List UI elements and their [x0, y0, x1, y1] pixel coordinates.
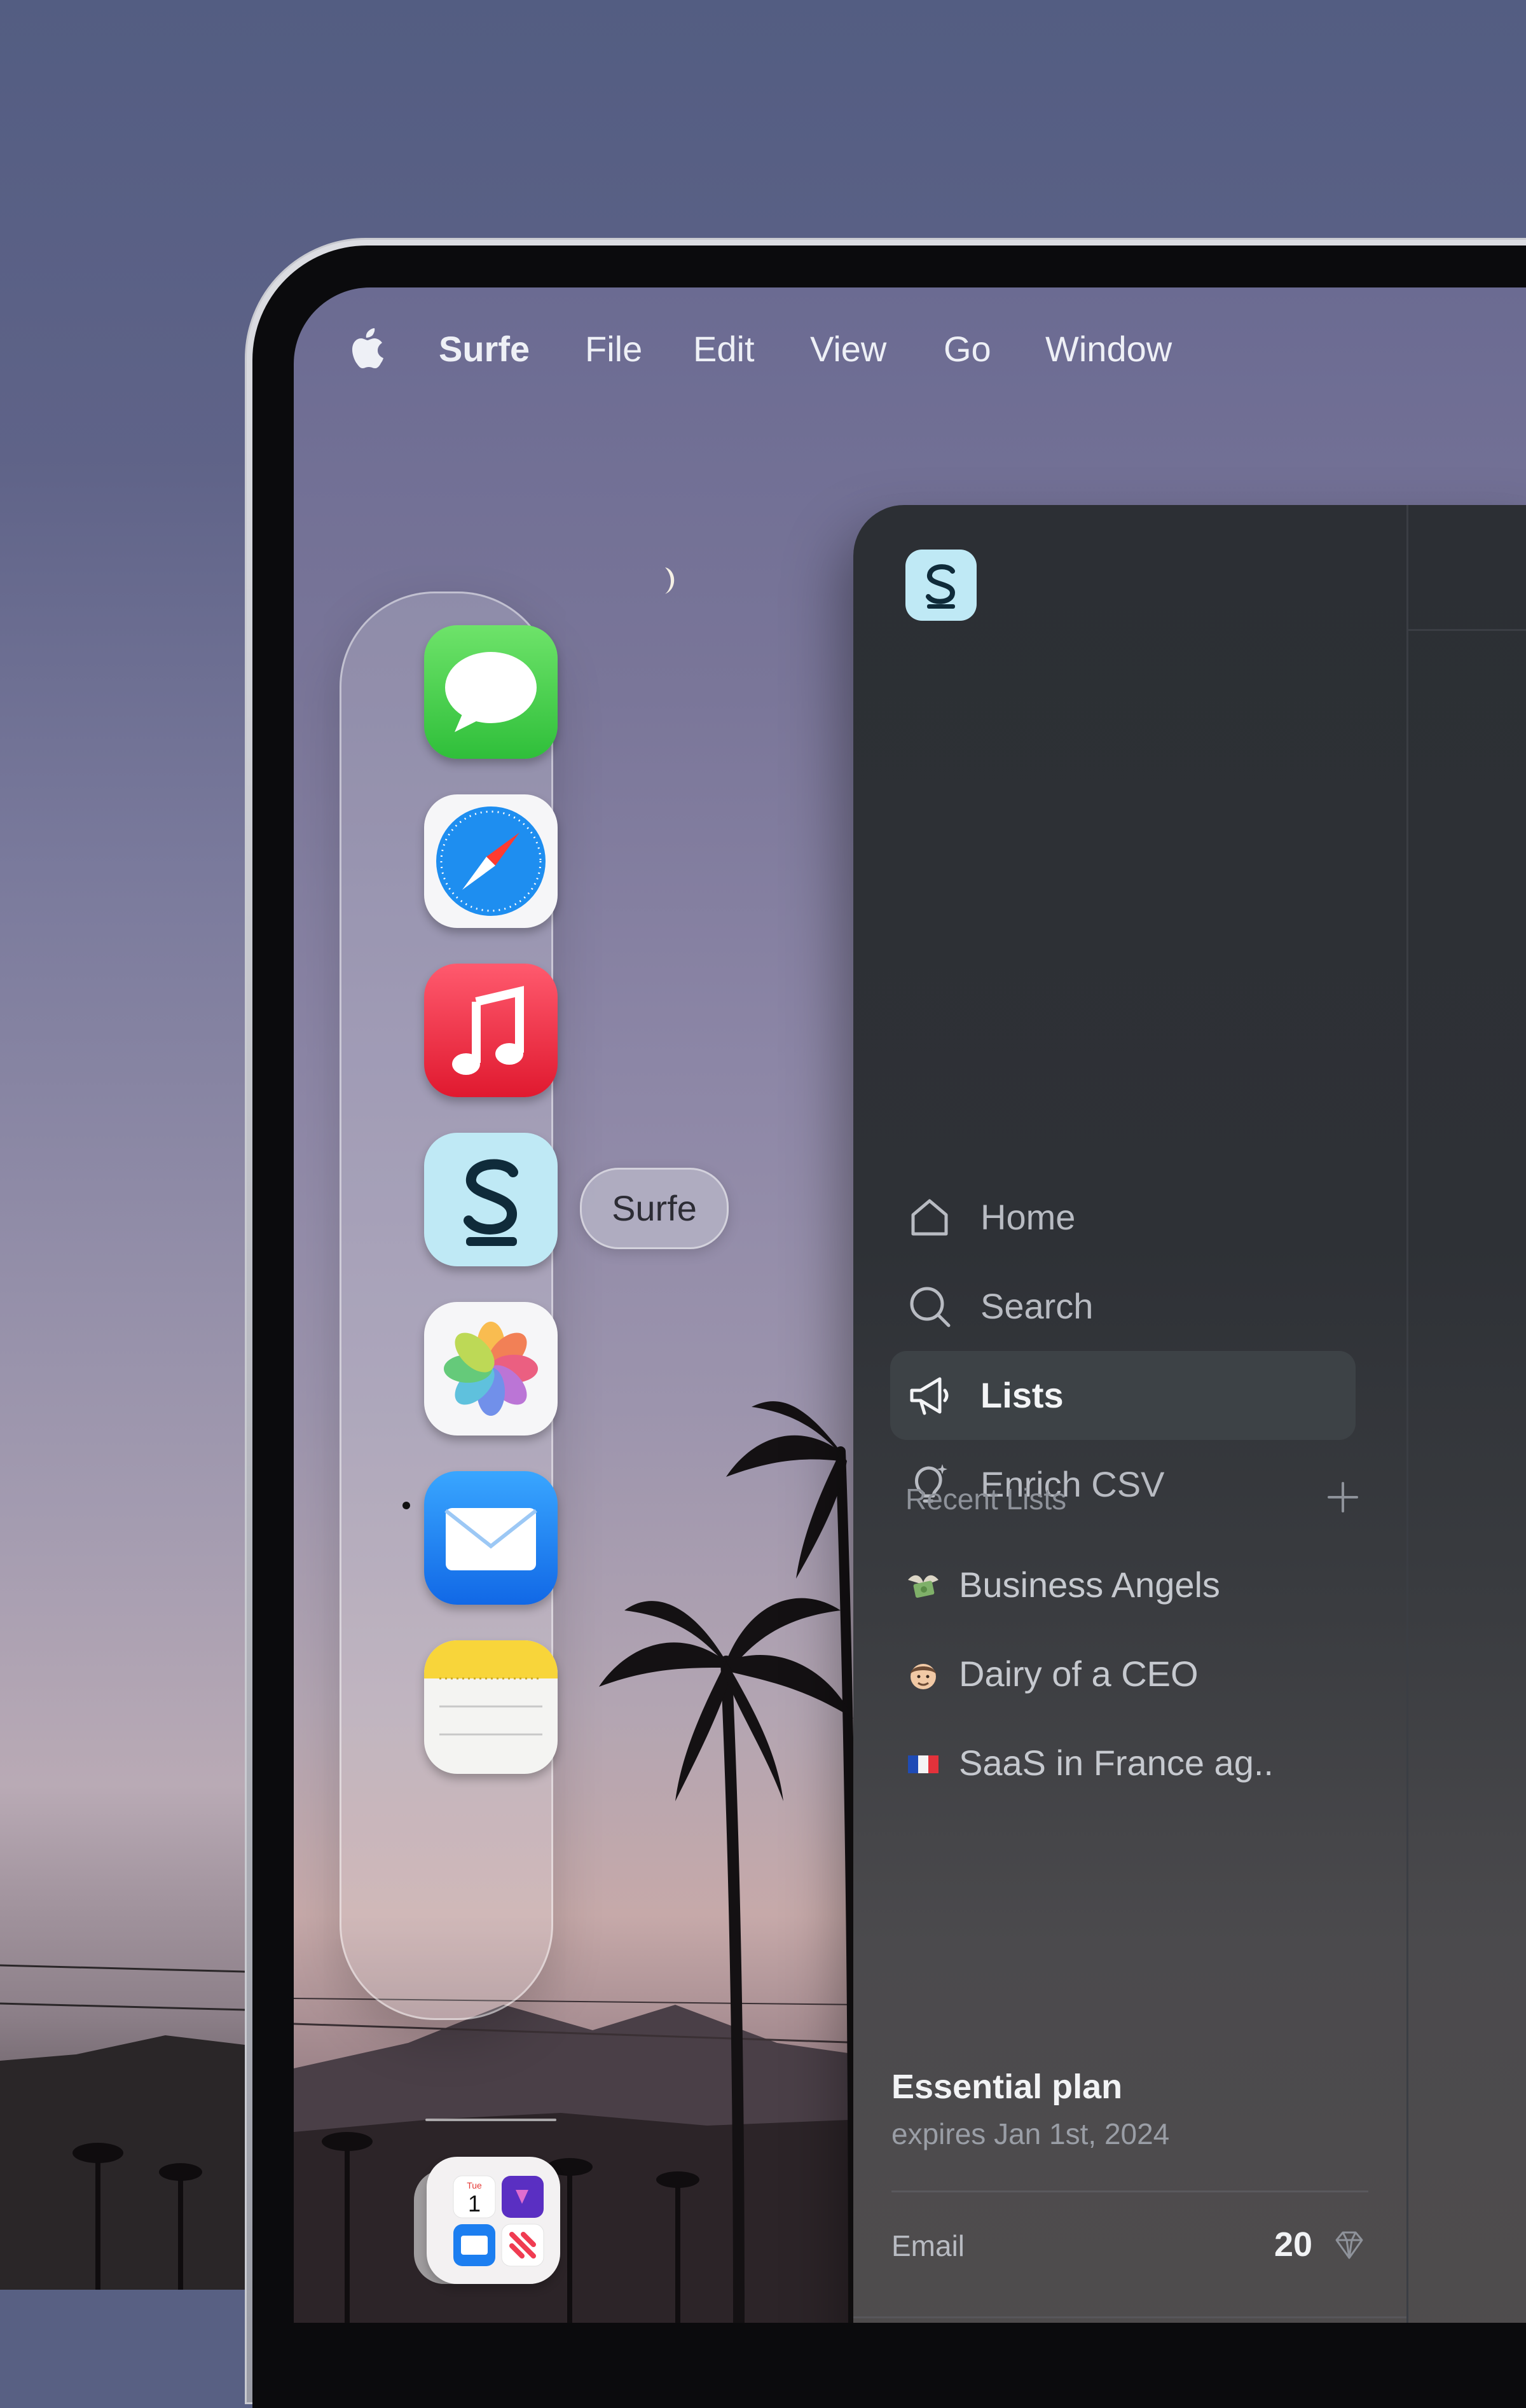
home-icon [911, 1199, 948, 1236]
apps-folder-icon[interactable]: Tue 1 [414, 2157, 560, 2290]
messages-icon[interactable] [424, 625, 558, 759]
photos-icon[interactable] [424, 1302, 558, 1436]
add-list-icon[interactable] [1325, 1479, 1361, 1515]
dock-tooltip: Surfe [580, 1168, 729, 1249]
content-header-divider [1408, 629, 1526, 631]
megaphone-icon [910, 1377, 949, 1415]
search-icon [910, 1287, 951, 1327]
folder-front: Tue 1 [427, 2157, 560, 2284]
menu-view[interactable]: View [810, 327, 886, 371]
france-flag-icon [908, 1755, 938, 1773]
plan-divider-inner [891, 2190, 1368, 2192]
man-face-icon [911, 1664, 936, 1689]
nav-home[interactable]: Home [890, 1173, 1356, 1262]
plan-title: Essential plan [891, 2068, 1123, 2106]
nav-lists-label: Lists [980, 1375, 1064, 1415]
nav-lists[interactable]: Lists [890, 1351, 1356, 1440]
safari-icon[interactable] [424, 794, 558, 928]
running-indicator [402, 1502, 410, 1509]
notes-icon[interactable] [424, 1640, 558, 1774]
surfe-app-window: Home Search Lists Enrich CSV Recent List… [853, 505, 1526, 2323]
plan-card: Essential plan expires Jan 1st, 2024 Ema… [853, 2067, 1406, 2290]
money-with-wings-icon [908, 1575, 938, 1598]
plan-expiry: expires Jan 1st, 2024 [891, 2117, 1170, 2150]
credit-label: Email [891, 2229, 965, 2262]
plan-divider [853, 2316, 1406, 2318]
sidebar: Home Search Lists Enrich CSV Recent List… [853, 505, 1406, 2323]
recent-lists-title: Recent Lists [905, 1483, 1067, 1516]
apple-logo-icon[interactable] [350, 327, 389, 371]
calendar-day-label: Tue [467, 2180, 482, 2190]
menu-app-name[interactable]: Surfe [439, 327, 530, 371]
menu-window[interactable]: Window [1045, 327, 1172, 371]
dock: Tue 1 [340, 592, 560, 2284]
nav-home-label: Home [980, 1197, 1076, 1237]
music-icon[interactable] [424, 964, 558, 1097]
surfe-logo-icon[interactable] [905, 550, 977, 621]
surfe-icon[interactable] [424, 1133, 558, 1266]
calendar-date: 1 [468, 2190, 481, 2217]
menu-go[interactable]: Go [944, 327, 991, 371]
mail-icon[interactable] [424, 1471, 558, 1605]
dock-divider [425, 2119, 556, 2121]
diamond-icon [1335, 2231, 1363, 2259]
nav-search-label: Search [980, 1286, 1094, 1326]
recent-list-label: Dairy of a CEO [959, 1654, 1199, 1694]
recent-list-label: SaaS in France ag.. [959, 1743, 1274, 1783]
menu-edit[interactable]: Edit [693, 327, 755, 371]
recent-list-label: Business Angels [959, 1565, 1220, 1605]
nav-search[interactable]: Search [890, 1262, 1356, 1351]
menu-file[interactable]: File [585, 327, 642, 371]
sidebar-border [1406, 505, 1408, 2323]
moon-icon [665, 567, 675, 594]
screen: Surfe File Edit View Go Window Tue 1 Sur… [294, 287, 1526, 2323]
credit-value: 20 [1274, 2225, 1313, 2264]
